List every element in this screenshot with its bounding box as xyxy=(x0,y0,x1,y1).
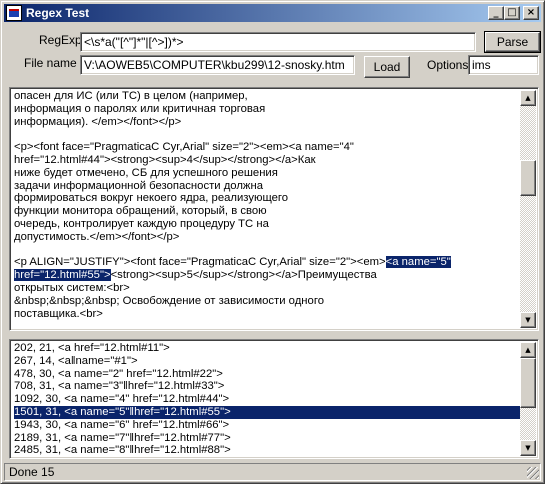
match-list-item[interactable]: 708, 31, <a name="3"‖href="12.html#33"> xyxy=(14,380,520,393)
source-line: href="12.html#44"><strong><sup>4</sup></… xyxy=(14,153,316,166)
source-line: <p ALIGN="JUSTIFY"><font face="Pragmatic… xyxy=(14,256,451,269)
source-line: функции монитора обращений, который, в с… xyxy=(14,205,267,218)
status-text: Done 15 xyxy=(9,465,55,479)
scroll-up-icon[interactable]: ▲ xyxy=(520,90,536,106)
source-line xyxy=(14,244,520,257)
match-list-item[interactable]: 202, 21, <a href="12.html#11"> xyxy=(14,342,520,355)
source-line: href="12.html#55"><strong><sup>5</sup></… xyxy=(14,269,377,282)
scroll-thumb[interactable] xyxy=(520,160,536,196)
source-line: очередь, контролирует каждую процедуру Т… xyxy=(14,217,269,230)
regexp-label: RegExp xyxy=(39,33,82,47)
match-list-item[interactable]: 2485, 31, <a name="8"‖href="12.html#88"> xyxy=(14,444,520,456)
source-line: опасен для ИС (или ТС) в целом (например… xyxy=(14,90,248,102)
match-list-item[interactable]: 1943, 30, <a name="6" href="12.html#66"> xyxy=(14,419,520,432)
regexp-input[interactable]: <\s*a("[^"]*"|[^>])*> xyxy=(80,32,476,52)
minimize-button[interactable]: _ xyxy=(488,6,504,20)
source-line: ниже будет отмечено, СБ для успешного ре… xyxy=(14,166,278,179)
scroll-up-icon[interactable]: ▲ xyxy=(520,342,536,358)
status-bar: Done 15 xyxy=(4,463,541,481)
filename-label: File name xyxy=(24,56,77,70)
source-text-area[interactable]: опасен для ИС (или ТС) в целом (например… xyxy=(9,87,539,331)
matches-list[interactable]: 202, 21, <a href="12.html#11"> 267, 14, <… xyxy=(9,339,539,459)
close-button[interactable]: × xyxy=(523,6,539,20)
source-line: допустимость.</em></font></p> xyxy=(14,230,180,243)
source-line: формироваться вокруг некоего ядра, реали… xyxy=(14,192,289,205)
scroll-thumb[interactable] xyxy=(520,358,536,408)
match-highlight: <a name="5" xyxy=(385,256,451,269)
filename-input[interactable]: V:\AOWEB5\COMPUTER\kbu299\12-snosky.htm xyxy=(80,55,355,75)
parse-button[interactable]: Parse xyxy=(484,31,541,53)
match-list-item[interactable]: 2189, 31, <a name="7"‖href="12.html#77"> xyxy=(14,432,520,445)
resize-grip-icon[interactable] xyxy=(527,467,539,479)
match-highlight: href="12.html#55"> xyxy=(14,269,111,282)
source-line: информация). </em></font></p> xyxy=(14,115,182,128)
load-button[interactable]: Load xyxy=(364,56,410,78)
source-line xyxy=(14,128,520,141)
source-line: информация о паролях или критичная торго… xyxy=(14,102,266,115)
scroll-down-icon[interactable]: ▼ xyxy=(520,312,536,328)
title-bar[interactable]: Regex Test _ □ × xyxy=(4,4,541,22)
source-line: &nbsp;&nbsp;&nbsp; Освобождение от завис… xyxy=(14,294,324,307)
source-line: <p><font face="PragmaticaC Cyr,Arial" si… xyxy=(14,141,354,154)
match-list-item[interactable]: 267, 14, <a‖name="#1"> xyxy=(14,355,520,368)
app-icon xyxy=(6,5,22,21)
window-title: Regex Test xyxy=(26,6,90,20)
match-list-item[interactable]: 1501, 31, <a name="5"‖href="12.html#55"> xyxy=(14,405,520,419)
scroll-down-icon[interactable]: ▼ xyxy=(520,440,536,456)
matches-items: 202, 21, <a href="12.html#11"> 267, 14, <… xyxy=(14,342,520,456)
source-line: задачи информационной безопасности должн… xyxy=(14,179,264,192)
match-list-item[interactable]: 478, 30, <a name="2" href="12.html#22"> xyxy=(14,368,520,381)
options-label: Options xyxy=(427,58,469,72)
maximize-button[interactable]: □ xyxy=(504,6,520,20)
source-text: опасен для ИС (или ТС) в целом (например… xyxy=(14,90,520,328)
options-input[interactable]: ims xyxy=(468,55,539,75)
source-line: поставщика.<br> xyxy=(14,307,103,320)
source-scrollbar[interactable]: ▲ ▼ xyxy=(520,90,536,328)
match-list-item[interactable]: 1092, 30, <a name="4" href="12.html#44"> xyxy=(14,393,520,406)
source-line: открытых систем:<br> xyxy=(14,281,130,294)
matches-scrollbar[interactable]: ▲ ▼ xyxy=(520,342,536,456)
regex-test-window: Regex Test _ □ × RegExp <\s*a("[^"]*"|[^… xyxy=(0,0,545,484)
